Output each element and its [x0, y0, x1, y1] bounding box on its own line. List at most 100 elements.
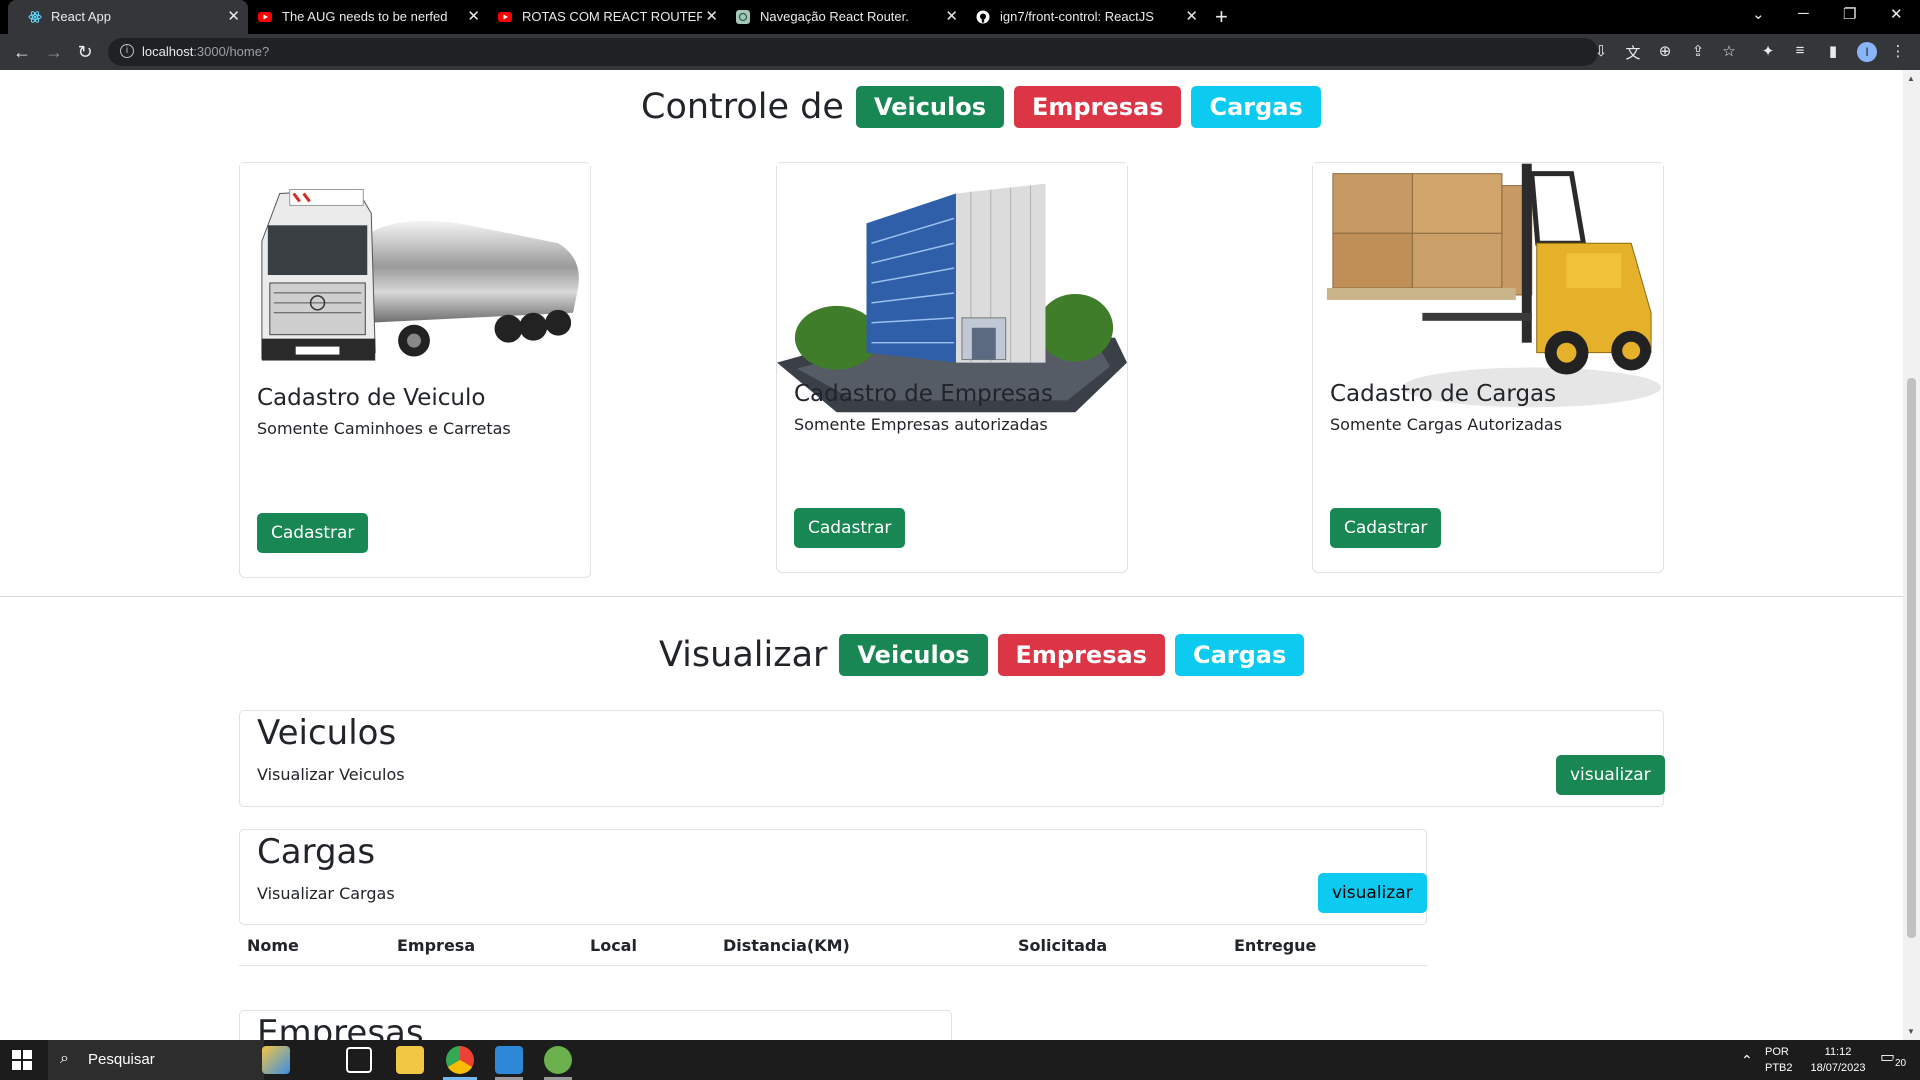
- browser-toolbar: ← → ↻ i localhost:3000/home? ⇩ 文 ⊕ ⇪ ☆ ✦…: [0, 34, 1920, 70]
- badge-cargas: Cargas: [1191, 86, 1321, 128]
- back-arrow-icon[interactable]: ←: [12, 42, 32, 63]
- close-icon[interactable]: ✕: [1185, 7, 1198, 25]
- react-icon: [28, 11, 42, 23]
- badge-empresas: Empresas: [997, 634, 1165, 676]
- cargas-panel-title: Cargas: [257, 832, 376, 872]
- close-window-icon[interactable]: ✕: [1890, 5, 1903, 23]
- visualizar-title: Visualizar: [659, 635, 828, 675]
- tab-youtube-rotas[interactable]: ROTAS COM REACT ROUTER DO ✕: [488, 0, 726, 34]
- info-icon[interactable]: i: [120, 44, 134, 58]
- card-title: Cadastro de Veiculo: [257, 385, 486, 411]
- cadastrar-cargas-button[interactable]: Cadastrar: [1330, 508, 1442, 548]
- tab-react-app[interactable]: React App ✕: [8, 0, 248, 34]
- minimize-icon[interactable]: ─: [1798, 5, 1809, 22]
- column-header-nome[interactable]: Nome: [239, 926, 389, 966]
- tab-navegacao[interactable]: Navegação React Router. ✕: [726, 0, 966, 34]
- card-cargas: Cadastro de Cargas Somente Cargas Autori…: [1312, 162, 1664, 573]
- card-text: Somente Caminhoes e Carretas: [257, 419, 511, 438]
- file-explorer-icon[interactable]: [396, 1046, 424, 1074]
- youtube-icon: [258, 12, 272, 22]
- forward-arrow-icon[interactable]: →: [44, 42, 64, 63]
- widgets-icon[interactable]: [262, 1046, 290, 1074]
- share-icon[interactable]: ⇪: [1688, 42, 1708, 60]
- avatar[interactable]: I: [1857, 42, 1877, 62]
- tanker-truck-image: [240, 163, 590, 393]
- tab-youtube-aug[interactable]: The AUG needs to be nerfed in P ✕: [248, 0, 488, 34]
- close-icon[interactable]: ✕: [467, 7, 480, 25]
- url-path: :3000/home?: [193, 44, 270, 59]
- section-divider: [0, 596, 1903, 597]
- scrollbar-thumb[interactable]: [1907, 378, 1916, 938]
- url-text[interactable]: localhost:3000/home?: [142, 44, 269, 59]
- badge-veiculos: Veiculos: [839, 634, 988, 676]
- clock-time: 11:12: [1824, 1046, 1852, 1058]
- notification-count: 20: [1892, 1057, 1910, 1070]
- chevron-down-icon[interactable]: ⌄: [1752, 5, 1765, 23]
- chrome-taskbar-icon[interactable]: [446, 1046, 474, 1074]
- card-text: Somente Empresas autorizadas: [794, 415, 1048, 434]
- close-icon[interactable]: ✕: [705, 7, 718, 25]
- vscode-icon[interactable]: [495, 1046, 523, 1074]
- forklift-boxes-image: [1313, 163, 1663, 413]
- tab-title: ROTAS COM REACT ROUTER DO: [522, 9, 702, 24]
- column-header-empresa[interactable]: Empresa: [389, 926, 582, 966]
- keyboard-layout: PTB2: [1765, 1062, 1793, 1074]
- card-title: Cadastro de Empresas: [794, 381, 1053, 407]
- side-panel-icon[interactable]: ▮: [1823, 42, 1843, 60]
- badge-cargas: Cargas: [1174, 634, 1305, 676]
- install-icon[interactable]: ⇩: [1591, 42, 1611, 60]
- spring-icon[interactable]: [544, 1046, 572, 1074]
- translate-icon[interactable]: 文: [1623, 42, 1643, 63]
- clock-date: 18/07/2023: [1810, 1062, 1866, 1074]
- url-host: localhost: [142, 44, 194, 59]
- badge-veiculos: Veiculos: [855, 86, 1005, 128]
- address-bar[interactable]: i localhost:3000/home?: [108, 38, 1598, 66]
- empresas-panel: Empresas: [239, 1010, 952, 1040]
- new-tab-button[interactable]: +: [1215, 4, 1228, 30]
- chevron-up-icon[interactable]: ⌃: [1741, 1052, 1753, 1068]
- page-scrollbar[interactable]: ▲ ▼: [1903, 70, 1920, 1040]
- taskbar-search[interactable]: ⌕ Pesquisar: [48, 1040, 264, 1080]
- card-text: Somente Cargas Autorizadas: [1330, 415, 1563, 434]
- empresas-panel-title: Empresas: [257, 1013, 424, 1040]
- page-viewport: Controle de Veiculos Empresas Cargas Cad…: [0, 70, 1920, 1040]
- tab-title: ign7/front-control: ReactJS: [1000, 9, 1154, 24]
- badge-empresas: Empresas: [1014, 86, 1182, 128]
- reload-icon[interactable]: ↻: [75, 42, 95, 63]
- controle-title: Controle de: [641, 87, 844, 127]
- veiculos-panel-text: Visualizar Veiculos: [257, 765, 405, 784]
- media-icon[interactable]: ≡: [1790, 42, 1810, 59]
- table-header-row: Nome Empresa Local Distancia(KM) Solicit…: [239, 926, 1427, 966]
- chatgpt-icon: [736, 10, 750, 24]
- visualizar-veiculos-button[interactable]: visualizar: [1556, 755, 1665, 795]
- scroll-up-icon[interactable]: ▲: [1907, 74, 1915, 83]
- scroll-down-icon[interactable]: ▼: [1907, 1027, 1915, 1036]
- close-icon[interactable]: ✕: [945, 7, 958, 25]
- taskbar: ⌕ Pesquisar ⌃ POR PTB2 11:12 18/07/2023 …: [0, 1040, 1920, 1080]
- column-header-distancia[interactable]: Distancia(KM): [715, 926, 1010, 966]
- column-header-local[interactable]: Local: [582, 926, 715, 966]
- extensions-icon[interactable]: ✦: [1758, 42, 1778, 60]
- card-empresas: Cadastro de Empresas Somente Empresas au…: [776, 162, 1128, 573]
- language-indicator[interactable]: POR PTB2: [1765, 1044, 1793, 1076]
- cadastrar-empresas-button[interactable]: Cadastrar: [794, 508, 906, 548]
- tab-github[interactable]: ign7/front-control: ReactJS ✕: [966, 0, 1206, 34]
- cadastrar-veiculo-button[interactable]: Cadastrar: [257, 513, 369, 553]
- column-header-entregue[interactable]: Entregue: [1226, 926, 1427, 966]
- language-code: POR: [1765, 1046, 1789, 1058]
- task-view-icon[interactable]: [346, 1047, 372, 1073]
- close-icon[interactable]: ✕: [227, 7, 240, 25]
- menu-icon[interactable]: ⋮: [1888, 42, 1908, 60]
- visualizar-cargas-button[interactable]: visualizar: [1318, 873, 1427, 913]
- clock[interactable]: 11:12 18/07/2023: [1803, 1044, 1873, 1076]
- cargas-table: Nome Empresa Local Distancia(KM) Solicit…: [239, 926, 1427, 966]
- column-header-solicitada[interactable]: Solicitada: [1010, 926, 1226, 966]
- zoom-icon[interactable]: ⊕: [1655, 42, 1675, 60]
- github-icon: [976, 10, 990, 24]
- windows-start-icon[interactable]: [12, 1050, 32, 1070]
- search-icon: ⌕: [60, 1050, 69, 1067]
- card-title: Cadastro de Cargas: [1330, 381, 1557, 407]
- star-icon[interactable]: ☆: [1719, 42, 1739, 60]
- tab-title: The AUG needs to be nerfed in P: [282, 9, 452, 24]
- restore-icon[interactable]: ❐: [1843, 5, 1856, 23]
